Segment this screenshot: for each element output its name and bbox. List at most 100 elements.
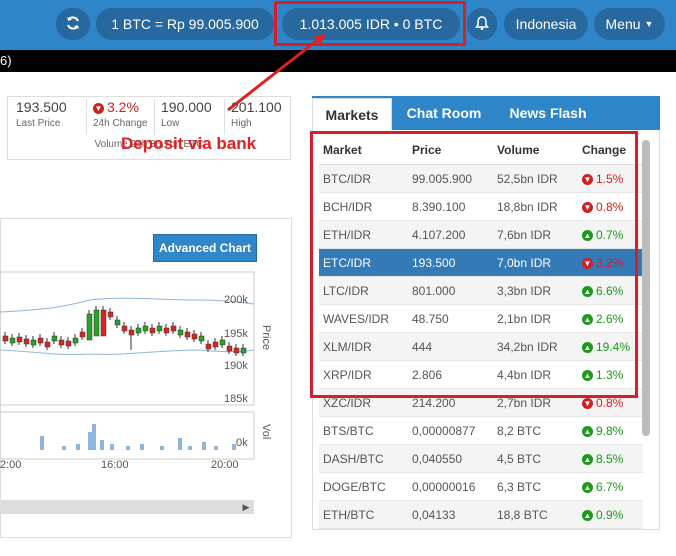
cell-market: LTC/BTC — [319, 528, 408, 529]
table-header-row: Market Price Volume Change — [319, 136, 643, 165]
chart-horizontal-scrollbar[interactable] — [0, 500, 254, 514]
cell-volume: 34,2bn IDR — [493, 332, 578, 361]
price-tick: 185k — [224, 393, 248, 405]
candle-body — [51, 335, 58, 342]
table-row[interactable]: DASH/BTC 0,040550 4,5 BTC ▲ 8.5% — [319, 444, 643, 473]
volume-bar — [126, 446, 130, 450]
candle-body — [198, 335, 205, 342]
candle-body — [114, 319, 121, 326]
change-value: 9.8% — [596, 423, 624, 438]
candles-group — [2, 306, 247, 356]
cell-volume: 8,2 BTC — [493, 416, 578, 445]
volume-bar — [88, 432, 92, 450]
candle-body — [184, 331, 191, 338]
cell-market: ETH/IDR — [319, 220, 408, 249]
scroll-right-icon[interactable]: ▶ — [238, 500, 254, 514]
candle-body — [107, 311, 114, 318]
table-row[interactable]: XRP/IDR 2.806 4,4bn IDR ▲ 1.3% — [319, 360, 643, 389]
change-value: 1.3% — [596, 367, 624, 382]
col-change[interactable]: Change — [578, 136, 643, 165]
scrollbar-thumb[interactable] — [642, 140, 650, 436]
table-row[interactable]: ETH/BTC 0,04133 18,8 BTC ▲ 0.9% — [319, 500, 643, 529]
cell-price: 0,00000877 — [408, 416, 493, 445]
table-row[interactable]: BTC/IDR 99.005.900 52,5bn IDR ▼ 1.5% — [319, 164, 643, 193]
tab-markets[interactable]: Markets — [312, 98, 392, 130]
volume-axis-label: Vol — [260, 424, 272, 440]
candle-body — [16, 336, 23, 343]
cell-price: 0,00000016 — [408, 472, 493, 501]
candle-body — [37, 337, 44, 344]
table-row[interactable]: ETH/IDR 4.107.200 7,6bn IDR ▲ 0.7% — [319, 220, 643, 249]
cell-market: XZC/IDR — [319, 388, 408, 417]
cell-market: LTC/IDR — [319, 276, 408, 305]
volume-bar — [214, 446, 218, 450]
cell-price: 2.806 — [408, 360, 493, 389]
markets-panel: Market Price Volume Change BTC/IDR 99.005… — [312, 130, 660, 530]
cell-market: XLM/IDR — [319, 332, 408, 361]
table-row[interactable]: DOGE/BTC 0,00000016 6,3 BTC ▲ 6.7% — [319, 472, 643, 501]
candle-body — [163, 327, 170, 334]
markets-vertical-scrollbar[interactable] — [642, 140, 652, 530]
cell-volume: 9,2 BTC — [493, 528, 578, 529]
volume-bar — [188, 446, 192, 450]
candle-body — [142, 325, 149, 332]
cell-volume: 6,3 BTC — [493, 472, 578, 501]
candle-body — [240, 347, 247, 354]
price-tick: 190k — [224, 360, 248, 372]
cell-price: 0,008060 — [408, 528, 493, 529]
volume-bar — [62, 446, 66, 450]
cell-volume: 18,8 BTC — [493, 500, 578, 529]
table-row[interactable]: LTC/IDR 801.000 3,3bn IDR ▲ 6.6% — [319, 276, 643, 305]
candle-body — [79, 331, 86, 338]
volume-bar — [100, 440, 104, 450]
candle-body — [212, 341, 219, 348]
arrow-up-icon: ▲ — [582, 285, 593, 297]
time-tick: 2:00 — [0, 459, 22, 471]
table-row[interactable]: LTC/BTC0,0080609,2 BTC▲7.7% — [319, 528, 643, 529]
cell-market: WAVES/IDR — [319, 304, 408, 333]
change-value: 6.7% — [596, 479, 624, 494]
price-axis-label: Price — [260, 325, 272, 351]
cell-market: BTC/IDR — [319, 164, 408, 193]
cell-volume: 18,8bn IDR — [493, 192, 578, 221]
table-row[interactable]: BCH/IDR 8.390.100 18,8bn IDR ▼ 0.8% — [319, 192, 643, 221]
cell-volume: 2,1bn IDR — [493, 304, 578, 333]
volume-tick: 0k — [236, 437, 248, 449]
table-row[interactable]: BTS/BTC 0,00000877 8,2 BTC ▲ 9.8% — [319, 416, 643, 445]
cell-volume: 4,5 BTC — [493, 444, 578, 473]
cell-change: ▼ 1.5% — [578, 164, 643, 193]
candle-body — [100, 309, 107, 337]
volume-bar — [92, 424, 96, 450]
candle-body — [93, 309, 100, 337]
deposit-annotation: Deposit via bank — [121, 134, 257, 153]
markets-table: Market Price Volume Change BTC/IDR 99.005… — [319, 136, 643, 529]
time-tick: 20:00 — [211, 459, 239, 471]
change-value: 8.5% — [596, 451, 624, 466]
cell-change: ▼ 0.8% — [578, 192, 643, 221]
col-price[interactable]: Price — [408, 136, 493, 165]
upper-band — [0, 297, 255, 313]
volume-bar — [140, 444, 144, 450]
cell-price: 0,04133 — [408, 500, 493, 529]
tab-news-flash[interactable]: News Flash — [496, 96, 600, 130]
col-market[interactable]: Market — [319, 136, 408, 165]
lower-band — [0, 349, 255, 356]
advanced-chart-button[interactable]: Advanced Chart — [153, 234, 257, 262]
cell-market: ETH/BTC — [319, 500, 408, 529]
table-row[interactable]: ETC/IDR 193.500 7,0bn IDR ▼ 3.2% — [319, 248, 643, 277]
arrow-down-icon: ▼ — [582, 173, 593, 185]
cell-change: ▲7.7% — [578, 528, 643, 529]
cell-price: 193.500 — [408, 248, 493, 277]
arrow-up-icon: ▲ — [582, 453, 593, 465]
candle-body — [58, 339, 65, 346]
tab-chat-room[interactable]: Chat Room — [398, 96, 490, 130]
table-row[interactable]: WAVES/IDR 48.750 2,1bn IDR ▲ 2.6% — [319, 304, 643, 333]
candle-body — [205, 343, 212, 350]
cell-change: ▼ 0.8% — [578, 388, 643, 417]
col-volume[interactable]: Volume — [493, 136, 578, 165]
price-tick: 195k — [224, 328, 248, 340]
change-value: 19.4% — [596, 339, 631, 354]
table-row[interactable]: XZC/IDR 214.200 2,7bn IDR ▼ 0.8% — [319, 388, 643, 417]
table-row[interactable]: XLM/IDR 444 34,2bn IDR ▲ 19.4% — [319, 332, 643, 361]
arrow-down-icon: ▼ — [582, 257, 593, 269]
